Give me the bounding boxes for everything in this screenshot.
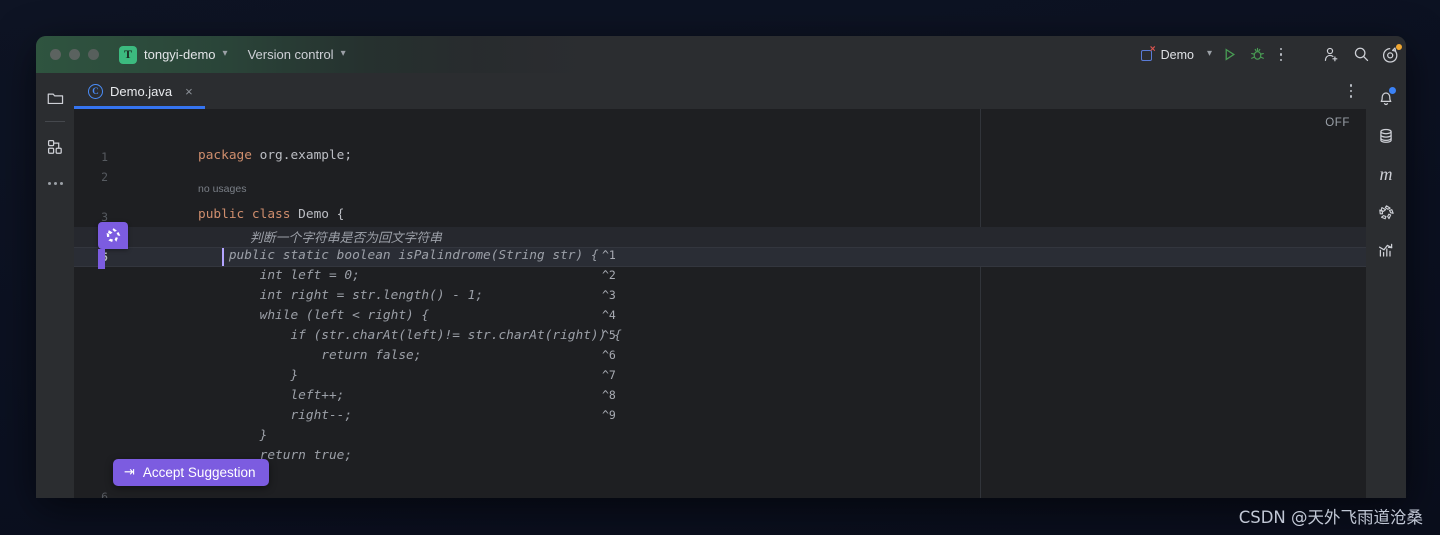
plain-token: org.example; <box>251 148 353 163</box>
screenshot-root: T tongyi-demo ▾ Version control ▾ × Demo… <box>0 0 1440 535</box>
minimize-window-button[interactable] <box>69 49 80 60</box>
chevron-down-icon[interactable]: ▾ <box>1207 48 1212 59</box>
ghost-line-marker: ^2 <box>602 268 616 282</box>
usages-inlay-hint[interactable]: no usages <box>198 183 246 195</box>
settings-badge-icon <box>1396 43 1402 50</box>
ide-body: C Demo.java × OFF 1 2 3 6 package org.ex… <box>36 73 1406 498</box>
inlay-hints-off-label: OFF <box>1325 117 1350 129</box>
run-configuration-selector[interactable]: × Demo ▾ <box>1137 45 1216 62</box>
ghost-code-line: int left = 0; <box>198 268 360 283</box>
code-line-1: package org.example; <box>198 148 352 163</box>
project-avatar-icon: T <box>119 45 137 64</box>
window-controls[interactable] <box>50 49 99 60</box>
line-number: 2 <box>101 170 108 184</box>
ghost-line-marker: ^7 <box>602 368 616 382</box>
sidebar-item-tongyi-lingma[interactable] <box>1371 197 1401 227</box>
search-button[interactable] <box>1346 40 1376 70</box>
title-bar-right-group: × Demo ▾ <box>1137 36 1406 73</box>
ellipsis-icon <box>47 181 63 185</box>
sidebar-item-notifications[interactable] <box>1371 83 1401 113</box>
version-control-menu[interactable]: Version control <box>248 47 334 62</box>
editor-tab-options-button[interactable] <box>1336 73 1367 109</box>
keyword-token: package <box>198 148 252 163</box>
accept-suggestion-label: Accept Suggestion <box>142 465 256 480</box>
tab-label: Demo.java <box>110 83 173 99</box>
notification-badge-icon <box>1389 87 1396 94</box>
divider <box>45 121 65 122</box>
run-config-icon: × <box>1140 45 1156 61</box>
sidebar-item-profiler[interactable] <box>1371 235 1401 265</box>
chevron-down-icon[interactable]: ▾ <box>223 48 228 59</box>
ghost-code-line: left++; <box>198 388 345 403</box>
badge-stem <box>98 249 105 269</box>
ghost-line-marker: ^3 <box>602 288 616 302</box>
project-name[interactable]: tongyi-demo <box>144 47 216 62</box>
sidebar-item-maven[interactable]: m <box>1371 159 1401 189</box>
ghost-code-line: int right = str.length() - 1; <box>198 288 484 303</box>
sidebar-item-more[interactable] <box>40 168 70 198</box>
run-config-label: Demo <box>1160 47 1194 62</box>
kebab-menu-icon <box>1279 47 1283 62</box>
plain-token: Demo { <box>290 207 345 222</box>
maven-m-icon: m <box>1379 163 1393 184</box>
left-tool-window-bar <box>36 73 74 498</box>
tongyi-lingma-badge-icon[interactable] <box>98 222 128 269</box>
more-actions-button[interactable] <box>1270 42 1292 68</box>
code-line-3: public class Demo { <box>198 207 344 222</box>
ghost-line-marker: ^4 <box>602 308 616 322</box>
ghost-line-marker: ^8 <box>602 388 616 402</box>
title-bar: T tongyi-demo ▾ Version control ▾ × Demo… <box>36 36 1406 73</box>
csdn-watermark: CSDN @天外飞雨道沧桑 <box>1238 508 1423 527</box>
right-tool-window-bar: m <box>1366 73 1406 498</box>
kebab-menu-icon <box>1349 84 1352 98</box>
settings-button[interactable] <box>1376 40 1406 70</box>
ghost-code-line: } <box>198 428 268 443</box>
close-window-button[interactable] <box>50 49 61 60</box>
editor-tab-bar: C Demo.java × <box>74 73 1366 109</box>
account-button[interactable] <box>1316 40 1346 70</box>
ghost-line-marker: ^1 <box>602 248 616 262</box>
accept-suggestion-button[interactable]: ⇥ Accept Suggestion <box>113 459 270 486</box>
ghost-line-marker: ^6 <box>602 348 616 362</box>
tab-key-icon: ⇥ <box>124 465 135 480</box>
ghost-code-line: if (str.charAt(left)!= str.charAt(right)… <box>198 328 622 343</box>
ghost-line-marker: ^5 <box>602 328 616 342</box>
right-margin-guide <box>980 109 981 498</box>
ghost-code-line: } <box>198 368 299 383</box>
zoom-window-button[interactable] <box>88 49 99 60</box>
close-tab-button[interactable]: × <box>185 85 193 98</box>
sidebar-item-database[interactable] <box>1371 121 1401 151</box>
ghost-code-line: right--; <box>198 408 353 423</box>
ide-window: T tongyi-demo ▾ Version control ▾ × Demo… <box>36 36 1406 498</box>
code-editor[interactable]: OFF 1 2 3 4 5 6 7 package org.example; n <box>74 109 1366 498</box>
line-number: 1 <box>101 150 108 164</box>
ghost-code-line: while (left < right) { <box>198 308 430 323</box>
ghost-code-line: return false; <box>198 348 422 363</box>
chevron-down-icon[interactable]: ▾ <box>341 48 346 59</box>
sidebar-item-structure[interactable] <box>40 132 70 162</box>
java-class-icon: C <box>88 83 103 99</box>
ghost-code-line: public static boolean isPalindrome(Strin… <box>198 248 599 263</box>
run-button[interactable] <box>1216 42 1242 68</box>
line-number: 6 <box>101 490 108 498</box>
debug-button[interactable] <box>1244 42 1270 68</box>
editor-tab-demo-java[interactable]: C Demo.java × <box>74 73 205 109</box>
keyword-token: public class <box>198 207 291 222</box>
code-line-4-comment: 判断一个字符串是否为回文字符串 <box>250 231 442 246</box>
ghost-line-marker: ^9 <box>602 408 616 422</box>
editor-area: C Demo.java × OFF 1 2 3 6 package org.ex… <box>74 73 1366 498</box>
sidebar-item-project[interactable] <box>40 83 70 113</box>
